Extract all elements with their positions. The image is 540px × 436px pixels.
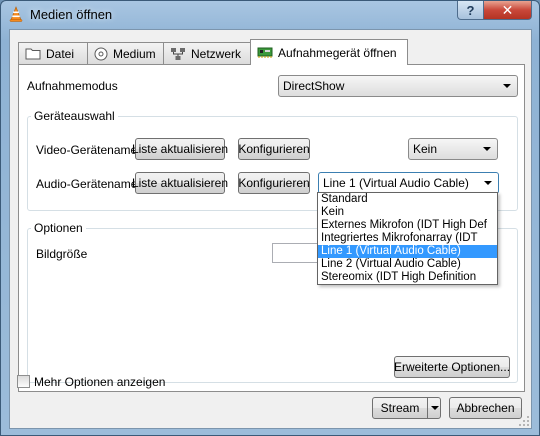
dropdown-option[interactable]: Standard (318, 193, 497, 206)
stream-dropdown-button[interactable] (427, 397, 441, 419)
tab-aufnahmegeraet-label: Aufnahmegerät öffnen (278, 45, 397, 60)
dropdown-option[interactable]: Integriertes Mikrofonarray (IDT (318, 232, 497, 245)
cancel-label: Abbrechen (456, 401, 515, 415)
folder-icon (25, 48, 41, 60)
advanced-options-button[interactable]: Erweiterte Optionen... (394, 356, 510, 378)
stream-button[interactable]: Stream (372, 397, 428, 419)
video-device-value: Kein (413, 142, 438, 156)
window-title: Medien öffnen (30, 7, 113, 22)
dropdown-option[interactable]: Externes Mikrofon (IDT High Def (318, 219, 497, 232)
vlc-cone-icon (9, 6, 23, 22)
more-options-checkbox[interactable] (17, 375, 30, 388)
audio-refresh-label: Liste aktualisieren (131, 176, 229, 190)
video-configure-button[interactable]: Konfigurieren (238, 138, 310, 160)
tab-netzwerk-label: Netzwerk (191, 46, 242, 61)
audio-refresh-button[interactable]: Liste aktualisieren (131, 172, 229, 194)
picture-size-label: Bildgröße (36, 247, 88, 261)
chevron-down-icon (483, 147, 491, 151)
tab-medium-label: Medium (113, 46, 156, 61)
tab-aufnahmegeraet[interactable]: Aufnahmegerät öffnen (250, 39, 408, 65)
tab-datei[interactable]: Datei (18, 42, 88, 64)
video-device-label: Video-Gerätename (36, 143, 138, 157)
more-options-label: Mehr Optionen anzeigen (34, 375, 166, 389)
close-icon: ✕ (501, 1, 514, 18)
dropdown-option-selected[interactable]: Line 1 (Virtual Audio Cable) (318, 245, 497, 258)
audio-configure-label: Konfigurieren (238, 176, 310, 190)
help-button[interactable]: ? (457, 1, 484, 20)
network-icon (171, 47, 185, 60)
chevron-down-icon (431, 406, 439, 410)
capture-mode-select[interactable]: DirectShow (278, 75, 518, 97)
dropdown-option[interactable]: Line 2 (Virtual Audio Cable) (318, 258, 497, 271)
advanced-options-label: Erweiterte Optionen... (393, 360, 511, 374)
audio-device-select[interactable]: Line 1 (Virtual Audio Cable) (318, 172, 499, 194)
audio-device-value: Line 1 (Virtual Audio Cable) (323, 176, 469, 190)
tab-netzwerk[interactable]: Netzwerk (163, 42, 251, 64)
capture-card-icon (257, 47, 273, 58)
options-title: Optionen (31, 221, 86, 235)
dropdown-option[interactable]: Kein (318, 206, 497, 219)
cancel-button[interactable]: Abbrechen (449, 397, 522, 419)
dropdown-option[interactable]: Stereomix (IDT High Definition (318, 271, 497, 284)
capture-mode-label: Aufnahmemodus (27, 79, 118, 93)
tab-datei-label: Datei (46, 46, 75, 61)
audio-configure-button[interactable]: Konfigurieren (238, 172, 310, 194)
video-configure-label: Konfigurieren (238, 142, 310, 156)
chevron-down-icon (503, 84, 511, 88)
picture-size-input[interactable] (272, 243, 318, 263)
close-button[interactable]: ✕ (483, 1, 532, 20)
help-button-label: ? (466, 2, 475, 18)
video-refresh-button[interactable]: Liste aktualisieren (131, 138, 229, 160)
chevron-down-icon (484, 181, 492, 185)
audio-device-dropdown-list[interactable]: Standard Kein Externes Mikrofon (IDT Hig… (317, 192, 498, 285)
dialog-window: Medien öffnen ? ✕ Datei Medium Netzwerk … (0, 0, 540, 436)
title-bar[interactable]: Medien öffnen ? ✕ (1, 1, 539, 28)
tab-medium[interactable]: Medium (87, 42, 164, 64)
device-selection-title: Geräteauswahl (31, 109, 118, 123)
audio-device-label: Audio-Gerätename (36, 177, 138, 191)
resize-grip-icon[interactable] (519, 416, 529, 426)
video-device-select[interactable]: Kein (408, 138, 498, 160)
video-refresh-label: Liste aktualisieren (131, 142, 229, 156)
stream-label: Stream (380, 401, 420, 415)
disc-icon (94, 47, 108, 60)
capture-mode-value: DirectShow (283, 79, 345, 93)
